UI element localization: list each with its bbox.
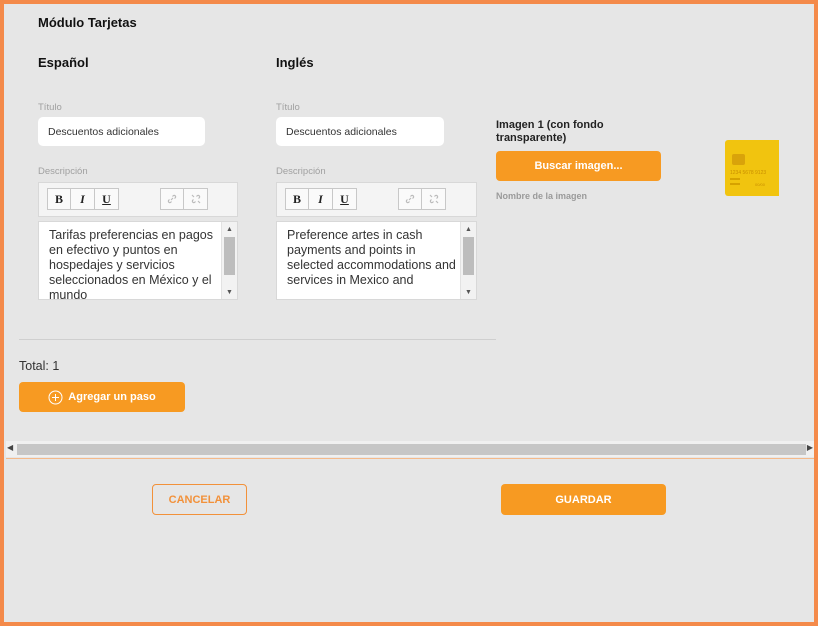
scroll-down-arrow-icon[interactable]: ▼ [461,286,476,298]
spanish-italic-button[interactable]: I [71,188,95,210]
english-underline-button[interactable]: U [333,188,357,210]
english-editor-toolbar: B I U [276,182,477,217]
spanish-title-input[interactable]: Descuentos adicionales [38,117,205,146]
module-title: Módulo Tarjetas [38,15,137,30]
english-title-label: Título [276,102,300,113]
spanish-description-label: Descripción [38,166,88,177]
spanish-unlink-button[interactable] [184,188,208,210]
english-italic-button[interactable]: I [309,188,333,210]
card-image-preview: 1234 5678 9123 00/00 [725,140,779,196]
spanish-title-value: Descuentos adicionales [48,125,159,138]
unlink-icon [429,194,438,204]
total-count: Total: 1 [19,359,60,373]
link-icon [167,194,177,204]
card-number: 1234 5678 9123 [730,170,767,176]
english-heading: Inglés [276,55,314,70]
english-link-button[interactable] [398,188,422,210]
english-editor-scrollbar[interactable]: ▲ ▼ [460,222,476,299]
english-description-text: Preference artes in cash payments and po… [287,228,456,287]
spanish-underline-button[interactable]: U [95,188,119,210]
spanish-editor-scrollbar[interactable]: ▲ ▼ [221,222,237,299]
plus-circle-icon [48,390,63,404]
english-title-input[interactable]: Descuentos adicionales [276,117,444,146]
spanish-title-label: Título [38,102,62,113]
image-label: Imagen 1 (con fondo transparente) [496,119,604,144]
scroll-up-arrow-icon[interactable]: ▲ [461,223,476,235]
english-description-editor[interactable]: Preference artes in cash payments and po… [276,221,477,300]
english-bold-button[interactable]: B [285,188,309,210]
add-step-button[interactable]: Agregar un paso [19,382,185,412]
scroll-down-arrow-icon[interactable]: ▼ [222,286,237,298]
spanish-link-button[interactable] [160,188,184,210]
spanish-editor-toolbar: B I U [38,182,238,217]
link-icon [405,194,415,204]
card-date: 00/00 [755,182,766,187]
scroll-up-arrow-icon[interactable]: ▲ [222,223,237,235]
spanish-description-editor[interactable]: Tarifas preferencias en pagos en efectiv… [38,221,238,300]
scroll-right-arrow-icon[interactable]: ▶ [807,443,813,452]
spanish-heading: Español [38,55,89,70]
horizontal-scroll-thumb[interactable] [17,444,806,455]
section-divider [19,339,496,340]
footer-divider [6,458,814,459]
dialog-frame [0,0,818,626]
scroll-left-arrow-icon[interactable]: ◀ [7,443,13,452]
horizontal-scrollbar[interactable]: ◀ ▶ [6,441,814,457]
cancel-button[interactable]: CANCELAR [152,484,247,515]
unlink-icon [191,194,200,204]
spanish-description-text: Tarifas preferencias en pagos en efectiv… [49,228,213,300]
spanish-bold-button[interactable]: B [47,188,71,210]
card-chip-icon [732,154,745,165]
add-step-label: Agregar un paso [68,391,156,403]
english-unlink-button[interactable] [422,188,446,210]
save-button[interactable]: GUARDAR [501,484,666,515]
scroll-thumb[interactable] [463,237,474,275]
english-description-label: Descripción [276,166,326,177]
english-title-value: Descuentos adicionales [286,125,397,138]
scroll-thumb[interactable] [224,237,235,275]
browse-image-button[interactable]: Buscar imagen... [496,151,661,181]
image-name-label: Nombre de la imagen [496,191,588,201]
